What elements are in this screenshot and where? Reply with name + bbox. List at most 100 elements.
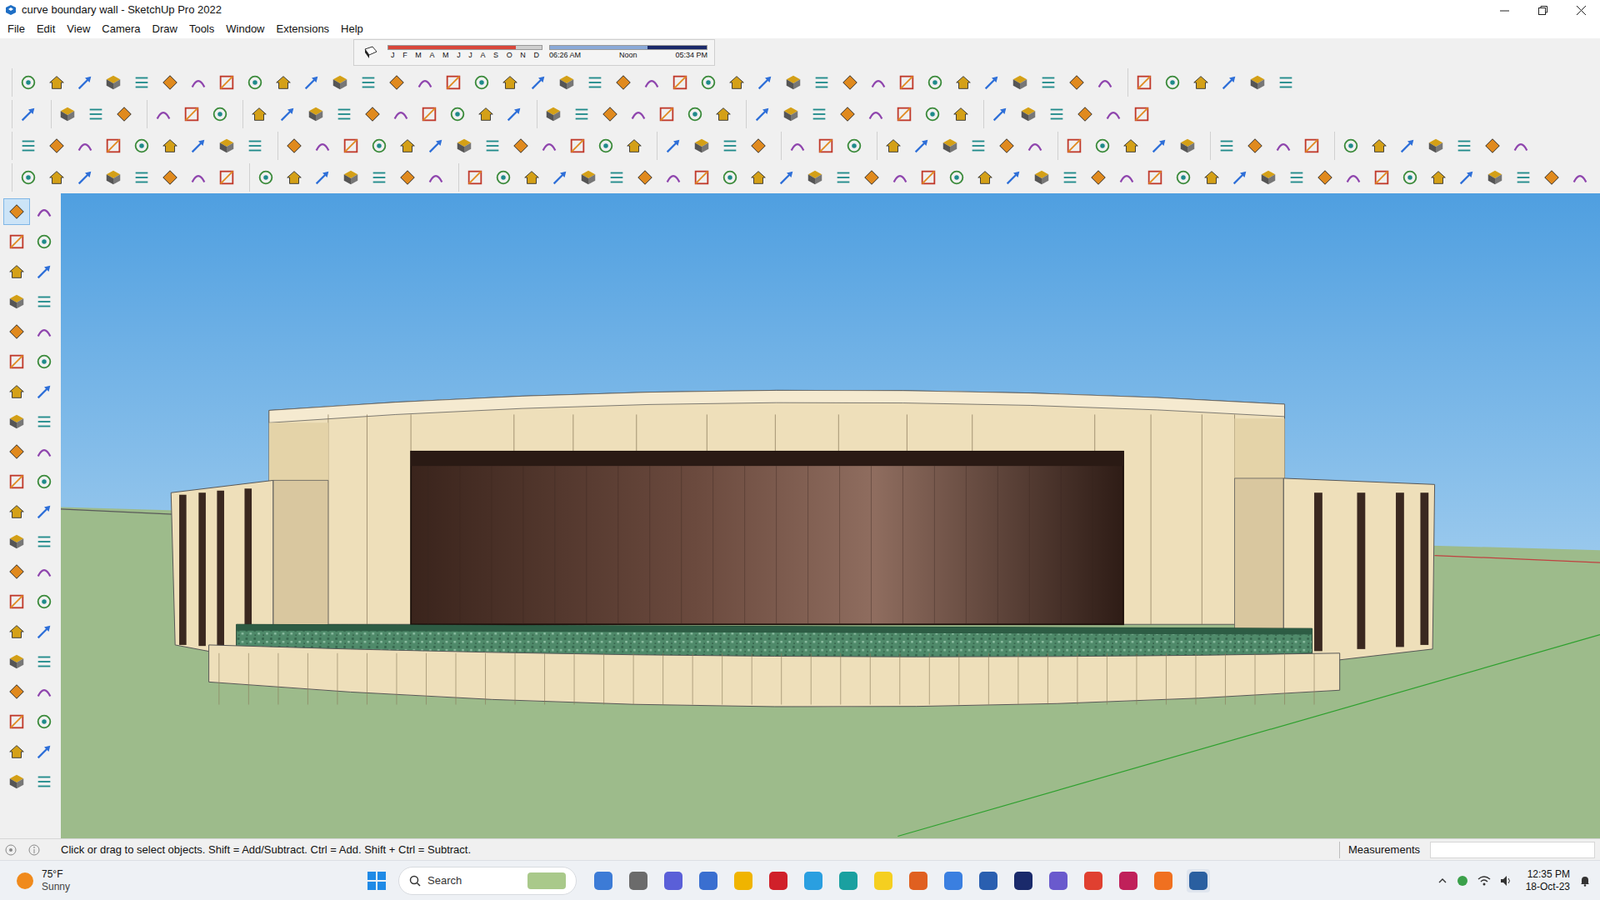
toolbar-button[interactable]	[694, 68, 723, 97]
menu-item[interactable]: Camera	[95, 20, 146, 38]
toolbar-button[interactable]	[421, 163, 450, 192]
toolbar-button[interactable]	[783, 131, 812, 160]
toolbar-button[interactable]	[857, 163, 886, 192]
toolbar-button[interactable]	[471, 100, 500, 129]
taskbar-app-icon[interactable]	[871, 869, 895, 893]
toolbar-button[interactable]	[539, 100, 568, 129]
toolbar-button[interactable]	[500, 100, 529, 129]
tool-button[interactable]	[30, 768, 58, 795]
tool-button[interactable]	[3, 318, 30, 345]
taskbar-app-icon[interactable]	[1116, 869, 1140, 893]
taskbar-app-icon[interactable]	[766, 869, 790, 893]
toolbar-button[interactable]	[184, 131, 213, 160]
toolbar-button[interactable]	[1212, 131, 1241, 160]
toolbar-button[interactable]	[659, 163, 688, 192]
toolbar-button[interactable]	[1062, 68, 1091, 97]
toolbar-button[interactable]	[358, 100, 387, 129]
toolbar-button[interactable]	[1099, 100, 1128, 129]
toolbar-button[interactable]	[308, 163, 337, 192]
toolbar-button[interactable]	[1055, 163, 1085, 192]
toolbar-button[interactable]	[1112, 163, 1141, 192]
toolbar-button[interactable]	[212, 163, 241, 192]
tool-button[interactable]	[3, 768, 30, 795]
toolbar-button[interactable]	[155, 131, 185, 160]
toolbar-button[interactable]	[1127, 100, 1156, 129]
tool-button[interactable]	[30, 708, 58, 735]
taskbar-app-icon[interactable]	[906, 869, 930, 893]
toolbar-button[interactable]	[415, 100, 444, 129]
tool-button[interactable]	[30, 558, 58, 585]
toolbar-button[interactable]	[99, 163, 128, 192]
tool-button[interactable]	[30, 288, 58, 315]
toolbar-button[interactable]	[1140, 163, 1170, 192]
toolbar-button[interactable]	[1084, 163, 1113, 192]
toolbar-button[interactable]	[386, 100, 415, 129]
toolbar-button[interactable]	[985, 100, 1015, 129]
toolbar-button[interactable]	[1452, 163, 1481, 192]
toolbar-button[interactable]	[495, 68, 525, 97]
tool-button[interactable]	[30, 738, 58, 765]
toolbar-button[interactable]	[602, 163, 631, 192]
tool-button[interactable]	[3, 348, 30, 375]
toolbar-button[interactable]	[467, 68, 496, 97]
taskbar-app-icon[interactable]	[1081, 869, 1105, 893]
windows-start-icon[interactable]	[366, 870, 387, 891]
notification-bell-icon[interactable]	[1578, 874, 1592, 888]
tool-button[interactable]	[30, 198, 58, 225]
taskbar-app-icon[interactable]	[1046, 869, 1070, 893]
toolbar-button[interactable]	[1393, 131, 1422, 160]
toolbar-button[interactable]	[992, 131, 1021, 160]
toolbar-button[interactable]	[14, 131, 43, 160]
toolbar-button[interactable]	[354, 68, 383, 97]
tool-button[interactable]	[3, 678, 30, 705]
toolbar-button[interactable]	[205, 100, 235, 129]
toolbar-button[interactable]	[624, 100, 653, 129]
toolbar-button[interactable]	[1145, 131, 1174, 160]
toolbar-button[interactable]	[744, 163, 773, 192]
toolbar-button[interactable]	[251, 163, 280, 192]
toolbar-button[interactable]	[489, 163, 518, 192]
toolbar-button[interactable]	[127, 68, 156, 97]
toolbar-button[interactable]	[393, 131, 422, 160]
toolbar-button[interactable]	[240, 68, 270, 97]
minimize-button[interactable]	[1485, 0, 1524, 20]
toolbar-button[interactable]	[567, 100, 596, 129]
toolbar-button[interactable]	[879, 131, 908, 160]
toolbar-button[interactable]	[212, 68, 241, 97]
toolbar-button[interactable]	[595, 100, 625, 129]
tool-button[interactable]	[3, 648, 30, 675]
tool-button[interactable]	[30, 318, 58, 345]
toolbar-button[interactable]	[840, 131, 869, 160]
toolbar-button[interactable]	[1243, 68, 1272, 97]
toolbar-button[interactable]	[149, 100, 178, 129]
shadow-toggle[interactable]	[360, 42, 381, 63]
menu-item[interactable]: Tools	[183, 20, 220, 38]
toolbar-button[interactable]	[308, 131, 337, 160]
toolbar-button[interactable]	[1088, 131, 1117, 160]
tool-button[interactable]	[3, 438, 30, 465]
taskbar-app-icon[interactable]	[626, 869, 650, 893]
toolbar-button[interactable]	[779, 68, 808, 97]
taskbar-app-icon[interactable]	[696, 869, 720, 893]
toolbar-button[interactable]	[42, 163, 71, 192]
tool-button[interactable]	[3, 468, 30, 495]
toolbar-button[interactable]	[1269, 131, 1298, 160]
taskbar-app-icon[interactable]	[661, 869, 685, 893]
toolbar-button[interactable]	[1365, 131, 1394, 160]
taskbar-app-icon[interactable]	[1151, 869, 1175, 893]
menu-item[interactable]: Draw	[146, 20, 184, 38]
toolbar-button[interactable]	[273, 100, 302, 129]
toolbar-button[interactable]	[245, 100, 274, 129]
toolbar-button[interactable]	[1254, 163, 1283, 192]
toolbar-button[interactable]	[127, 163, 156, 192]
toolbar-button[interactable]	[1424, 163, 1453, 192]
toolbar-button[interactable]	[1116, 131, 1145, 160]
toolbar-button[interactable]	[715, 163, 745, 192]
tool-button[interactable]	[30, 588, 58, 615]
clock[interactable]: 12:35 PM18-Oct-23	[1525, 868, 1570, 894]
toolbar-button[interactable]	[744, 131, 773, 160]
toolbar-button[interactable]	[652, 100, 681, 129]
tool-button[interactable]	[30, 228, 58, 255]
toolbar-button[interactable]	[1130, 68, 1159, 97]
menu-item[interactable]: File	[1, 20, 31, 38]
